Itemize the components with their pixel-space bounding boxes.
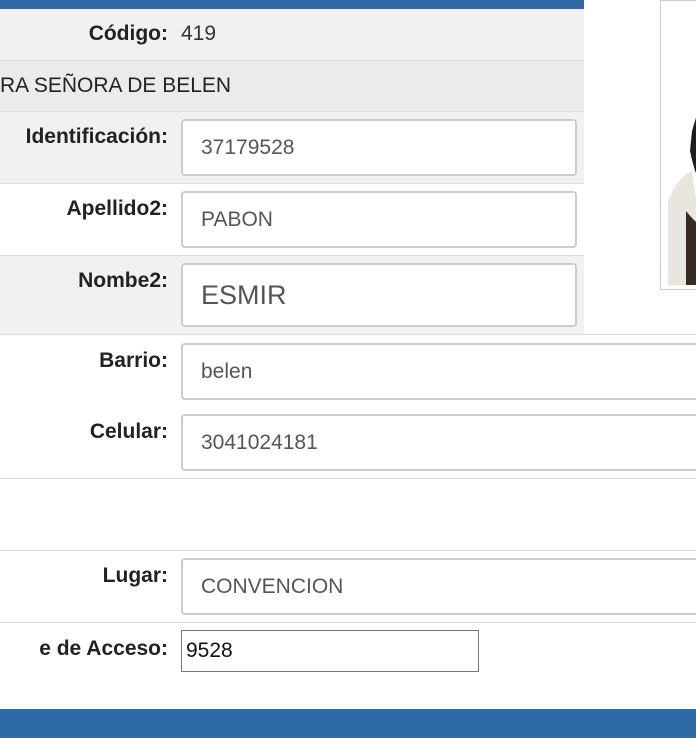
lugar-label: Lugar: bbox=[102, 564, 168, 587]
clave-label: e de Acceso: bbox=[39, 637, 168, 660]
apellido2-row: Apellido2: PABON bbox=[0, 184, 584, 256]
footer-bar bbox=[0, 709, 696, 738]
celular-row: Celular: 3041024181 bbox=[0, 407, 696, 479]
empty-row bbox=[0, 479, 696, 551]
institution-name: RA SEÑORA DE BELEN bbox=[0, 74, 232, 97]
codigo-value: 419 bbox=[181, 22, 217, 45]
lugar-row: Lugar: CONVENCION bbox=[0, 551, 696, 623]
barrio-input[interactable]: belen bbox=[181, 343, 696, 400]
lugar-input[interactable]: CONVENCION bbox=[181, 558, 696, 615]
nombre2-row: Nombe2: ESMIR bbox=[0, 256, 584, 334]
barrio-row: Barrio: belen bbox=[0, 334, 696, 408]
apellido2-label: Apellido2: bbox=[66, 197, 168, 220]
celular-label: Celular: bbox=[89, 420, 168, 443]
barrio-label: Barrio: bbox=[99, 349, 168, 372]
codigo-label: Código: bbox=[88, 22, 168, 45]
identificacion-label: Identificación: bbox=[25, 125, 168, 148]
profile-photo bbox=[666, 1, 696, 285]
identificacion-input[interactable]: 37179528 bbox=[181, 119, 577, 176]
celular-input[interactable]: 3041024181 bbox=[181, 414, 696, 471]
apellido2-input[interactable]: PABON bbox=[181, 191, 577, 248]
identificacion-row: Identificación: 37179528 bbox=[0, 112, 584, 184]
clave-row: e de Acceso: 9528 bbox=[0, 623, 696, 683]
nombre2-label: Nombe2: bbox=[78, 269, 168, 292]
codigo-row: Código: 419 bbox=[0, 9, 584, 61]
clave-input[interactable]: 9528 bbox=[181, 630, 479, 672]
header-bar bbox=[0, 0, 584, 9]
nombre2-input[interactable]: ESMIR bbox=[181, 263, 577, 327]
institution-row: RA SEÑORA DE BELEN bbox=[0, 61, 584, 112]
photo-frame bbox=[660, 0, 696, 290]
